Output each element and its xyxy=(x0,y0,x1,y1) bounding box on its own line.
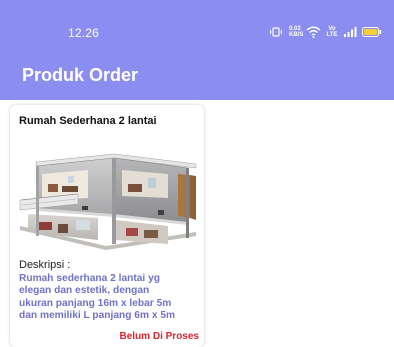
product-title: Rumah Sederhana 2 lantai xyxy=(19,115,157,127)
page-title: Produk Order xyxy=(22,65,139,85)
vibrate-icon xyxy=(268,24,284,40)
volte-text: Vo LTE xyxy=(326,26,338,38)
status-badge: Belum Di Proses xyxy=(119,331,199,342)
battery-icon xyxy=(362,24,382,40)
app-bar: Produk Order xyxy=(0,58,394,100)
data-speed-icon: 0.02 KB/S xyxy=(289,24,304,40)
data-speed-text: 0.02 KB/S xyxy=(289,26,304,38)
screen: 12.26 0.02 KB/S Vo LTE Produk Order Ruma… xyxy=(0,0,394,347)
wifi-icon xyxy=(306,24,321,40)
description-label: Deskripsi : xyxy=(19,259,71,271)
status-time: 12.26 xyxy=(68,26,100,40)
signal-icon xyxy=(343,24,357,40)
product-image xyxy=(18,148,198,253)
order-card[interactable]: Rumah Sederhana 2 lantai Deskripsi: Rum… xyxy=(10,105,204,347)
volte-icon: Vo LTE xyxy=(326,24,338,40)
order-list[interactable]: Rumah Sederhana 2 lantai Deskripsi: Rum… xyxy=(0,100,394,347)
description-text: Rumah sederhana 2 lantai yg elegan dan e… xyxy=(19,273,176,321)
status-bar: 12.26 0.02 KB/S Vo LTE xyxy=(0,0,394,58)
status-icons: 0.02 KB/S Vo LTE xyxy=(268,24,382,40)
